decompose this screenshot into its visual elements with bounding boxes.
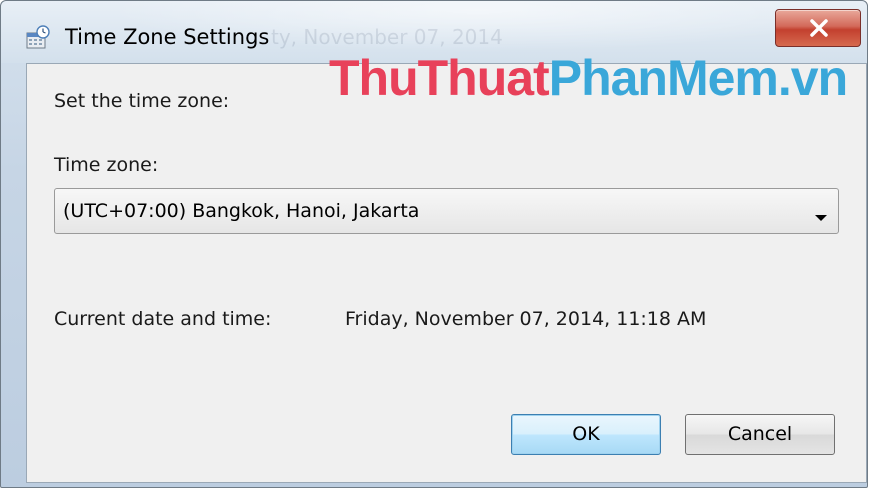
- window-title: Time Zone Settings: [65, 25, 270, 49]
- background-title-ghost: ty, November 07, 2014: [271, 25, 503, 49]
- dialog-body: Set the time zone: Time zone: (UTC+07:00…: [26, 63, 867, 483]
- watermark-part-2: PhanMem.vn: [548, 50, 848, 106]
- current-date-time-label: Current date and time:: [54, 308, 272, 330]
- close-icon: [810, 19, 828, 37]
- time-zone-selected-value: (UTC+07:00) Bangkok, Hanoi, Jakarta: [63, 200, 420, 222]
- current-date-time-value: Friday, November 07, 2014, 11:18 AM: [345, 308, 707, 330]
- time-zone-settings-icon: [25, 25, 51, 51]
- chevron-down-icon: [814, 207, 828, 226]
- watermark-logo: ThuThuatPhanMem.vn: [329, 49, 848, 107]
- ok-button[interactable]: OK: [511, 414, 661, 455]
- time-zone-dropdown[interactable]: (UTC+07:00) Bangkok, Hanoi, Jakarta: [54, 188, 839, 234]
- close-button[interactable]: [775, 9, 861, 47]
- time-zone-label: Time zone:: [54, 154, 159, 176]
- time-zone-settings-dialog: Time Zone Settings ty, November 07, 2014…: [0, 0, 868, 488]
- set-time-zone-heading: Set the time zone:: [54, 90, 230, 112]
- cancel-button[interactable]: Cancel: [685, 414, 835, 455]
- watermark-part-1: ThuThuat: [329, 50, 550, 106]
